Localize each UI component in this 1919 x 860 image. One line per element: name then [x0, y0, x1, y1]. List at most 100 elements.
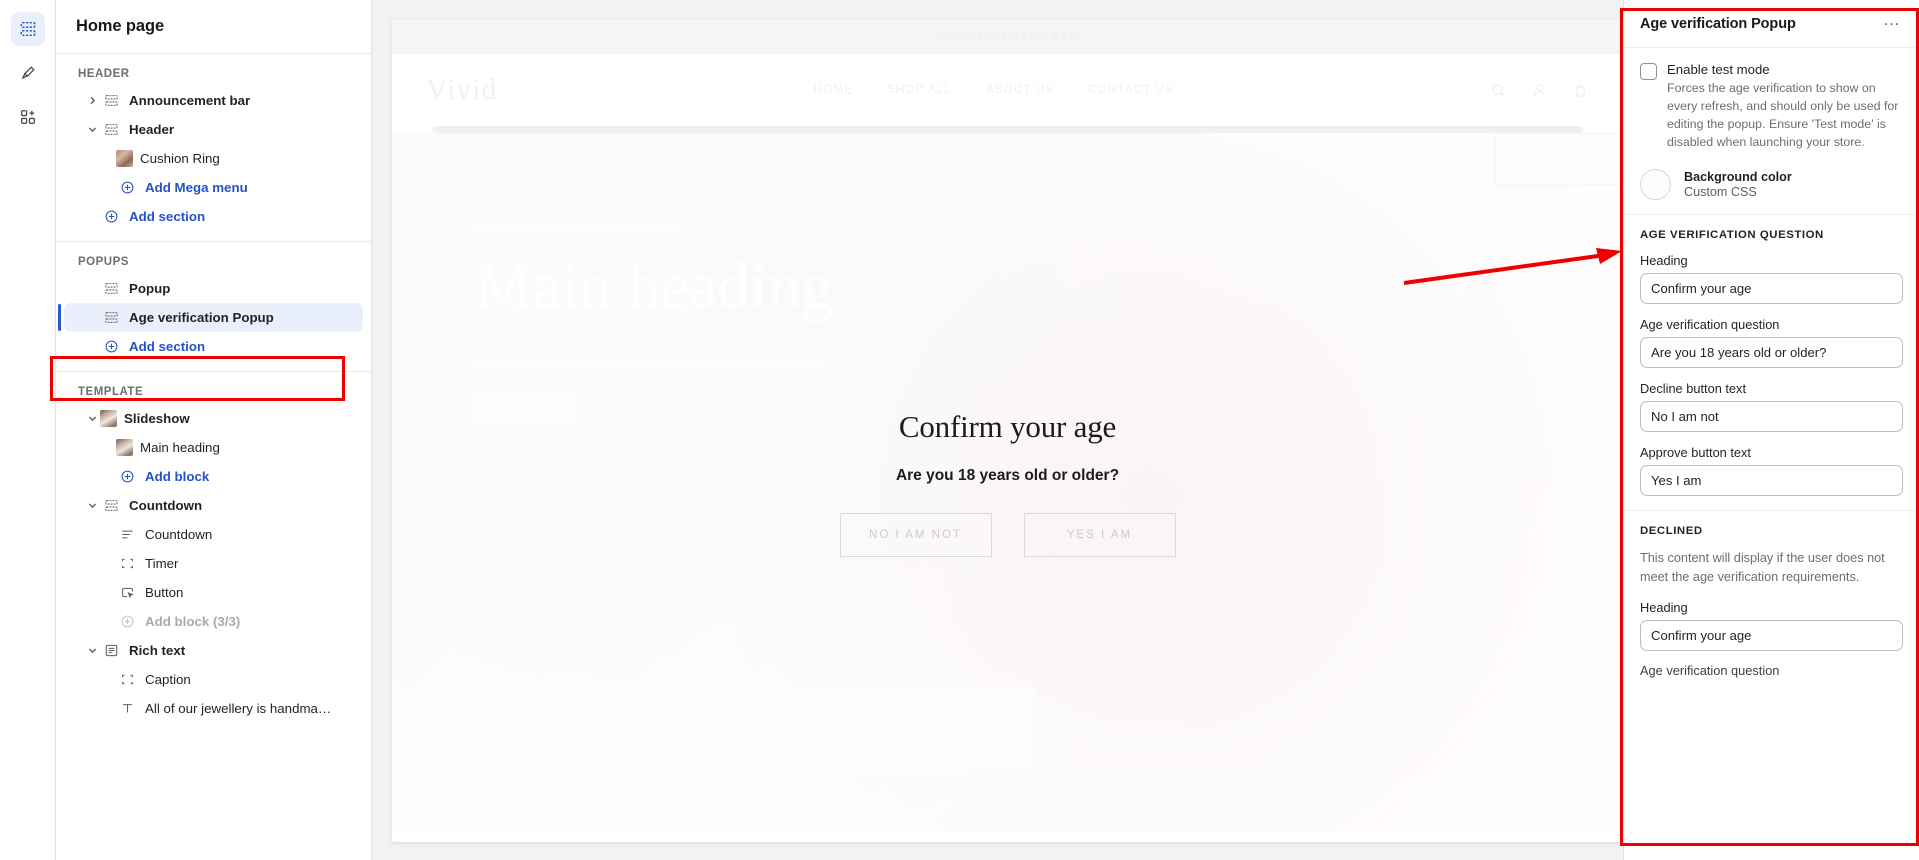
sections-icon[interactable]	[10, 12, 45, 46]
chevron-right-icon[interactable]	[84, 95, 100, 106]
apps-icon[interactable]	[11, 100, 45, 134]
age-overlay-heading: Confirm your age	[898, 409, 1117, 444]
enable-test-mode-help: Forces the age verification to show on e…	[1667, 81, 1899, 149]
cart-icon[interactable]	[1572, 82, 1589, 99]
sidebar-item-popup[interactable]: Popup	[64, 274, 363, 303]
sidebar-item-label: Add block (3/3)	[145, 614, 241, 629]
preview-nav-item[interactable]: CONTACT US	[1088, 84, 1174, 96]
sidebar-item-add-block-3-3[interactable]: Add block (3/3)	[64, 607, 363, 636]
decline-button-text-input[interactable]	[1640, 401, 1903, 433]
section-icon	[100, 93, 122, 108]
chevron-down-icon[interactable]	[84, 124, 100, 135]
text-lines-icon	[116, 527, 138, 542]
sidebar-item-main-heading[interactable]: Main heading	[64, 433, 363, 462]
sidebar-item-label: All of our jewellery is handma…	[145, 701, 332, 716]
sidebar-item-slideshow[interactable]: Slideshow	[64, 404, 363, 433]
account-icon[interactable]	[1531, 82, 1548, 99]
preview-divider	[432, 126, 1583, 133]
sidebar-item-countdown[interactable]: Countdown	[64, 491, 363, 520]
sidebar-item-timer[interactable]: Timer	[64, 549, 363, 578]
sidebar-item-header[interactable]: Header	[64, 115, 363, 144]
section-icon	[100, 122, 122, 137]
preview-nav-item[interactable]: HOME	[814, 84, 853, 96]
settings-field: Heading	[1640, 253, 1903, 305]
sidebar-item-add-section[interactable]: Add section	[64, 202, 363, 231]
preview-announcement-bar: ANNOUNCEMENT BAR	[392, 20, 1623, 54]
sidebar-item-add-section[interactable]: Add section	[64, 332, 363, 361]
sections-sidebar: Home page HEADER Announcement bar Header Cu…	[56, 0, 372, 860]
sidebar-item-add-mega-menu[interactable]: Add Mega menu	[64, 173, 363, 202]
field-label: Heading	[1640, 600, 1688, 616]
image-thumbnail	[116, 150, 133, 167]
settings-field: Decline button text	[1640, 381, 1903, 433]
image-thumbnail	[100, 410, 117, 427]
preview-nav: HOME SHOP ALL ABOUT US CONTACT US	[498, 84, 1490, 96]
field-label: Approve button text	[1640, 445, 1751, 461]
background-color-label: Background color	[1684, 170, 1792, 185]
page-title: Home page	[76, 17, 165, 35]
age-verification-question-heading: AGE VERIFICATION QUESTION	[1640, 229, 1824, 242]
search-icon[interactable]	[1490, 82, 1507, 99]
theme-editor-app: Home page HEADER Announcement bar Header Cu…	[0, 0, 1919, 860]
sidebar-item-label: Countdown	[145, 527, 213, 542]
sidebar-item-label: Button	[145, 585, 184, 600]
sidebar-item-announcement-bar[interactable]: Announcement bar	[64, 86, 363, 115]
sidebar-item-label: Cushion Ring	[140, 151, 220, 166]
age-verification-question-fields: Heading Age verification question Decline …	[1640, 253, 1903, 497]
settings-title: Age verification Popup	[1640, 15, 1796, 32]
plus-circle-icon	[116, 469, 138, 484]
preview-nav-item[interactable]: SHOP ALL	[887, 84, 952, 96]
age-approve-button[interactable]: YES I AM	[1023, 513, 1176, 557]
sidebar-item-all-of-our-jewellery-is-handma[interactable]: All of our jewellery is handma…	[64, 694, 363, 723]
settings-header: Age verification Popup …	[1624, 0, 1919, 48]
chevron-down-icon[interactable]	[84, 500, 100, 511]
text-icon	[116, 701, 138, 716]
settings-general-block: Enable test mode Forces the age verifica…	[1624, 48, 1919, 216]
chevron-down-icon[interactable]	[84, 413, 100, 424]
declined-heading: DECLINED	[1640, 525, 1703, 538]
sidebar-item-countdown[interactable]: Countdown	[64, 520, 363, 549]
enable-test-mode-checkbox[interactable]	[1640, 63, 1657, 80]
preview-canvas-wrapper: ANNOUNCEMENT BAR Vivid HOME SHOP ALL ABOUT…	[372, 0, 1623, 860]
sidebar-group: POPUPS Popup Age verification Popup Add sec…	[56, 242, 371, 372]
sidebar-group: TEMPLATE Slideshow Main heading Add block Co…	[56, 372, 371, 733]
sidebar-item-rich-text[interactable]: Rich text	[64, 636, 363, 665]
plus-circle-icon	[100, 339, 122, 354]
chevron-down-icon[interactable]	[84, 645, 100, 656]
plus-circle-icon	[116, 180, 138, 195]
block-corners-icon	[116, 556, 138, 571]
sidebar-item-label: Age verification Popup	[129, 310, 274, 325]
declined-next-field-label: Age verification question	[1640, 663, 1780, 679]
sidebar-item-cushion-ring[interactable]: Cushion Ring	[64, 144, 363, 173]
age-overlay-question: Are you 18 years old or older?	[895, 467, 1120, 484]
heading-input[interactable]	[1640, 273, 1903, 305]
sidebar-item-button[interactable]: Button	[64, 578, 363, 607]
sidebar-item-add-block[interactable]: Add block	[64, 462, 363, 491]
background-color-swatch[interactable]	[1640, 169, 1671, 201]
approve-button-text-input[interactable]	[1640, 465, 1903, 497]
sidebar-item-age-verification-popup[interactable]: Age verification Popup	[58, 303, 363, 332]
sidebar-item-label: Timer	[145, 556, 179, 571]
preview-header: Vivid HOME SHOP ALL ABOUT US CONTACT US	[392, 54, 1623, 126]
background-color-row[interactable]: Background color Custom CSS	[1640, 169, 1903, 201]
more-options-icon[interactable]: …	[1881, 11, 1903, 36]
settings-field: Age verification question	[1640, 317, 1903, 369]
sidebar-item-caption[interactable]: Caption	[64, 665, 363, 694]
age-verification-question-input[interactable]	[1640, 337, 1903, 369]
age-decline-button[interactable]: NO I AM NOT	[839, 513, 992, 557]
heading-input[interactable]	[1640, 620, 1903, 652]
sidebar-item-label: Countdown	[129, 498, 203, 513]
age-overlay-buttons: NO I AM NOT YES I AM	[839, 513, 1176, 557]
section-icon	[100, 310, 122, 325]
enable-test-mode-label: Enable test mode	[1667, 62, 1770, 77]
preview-nav-item[interactable]: ABOUT US	[986, 84, 1054, 96]
declined-block: DECLINED This content will display if th…	[1624, 511, 1919, 692]
block-corners-icon	[116, 672, 138, 687]
settings-field: Approve button text	[1640, 445, 1903, 497]
paintbrush-icon[interactable]	[11, 56, 45, 90]
left-icon-rail	[0, 0, 56, 860]
sidebar-tree: HEADER Announcement bar Header Cushion Ring…	[56, 54, 371, 860]
sidebar-item-label: Add section	[129, 339, 206, 354]
image-thumbnail	[116, 439, 133, 456]
sidebar-item-label: Rich text	[129, 643, 186, 658]
